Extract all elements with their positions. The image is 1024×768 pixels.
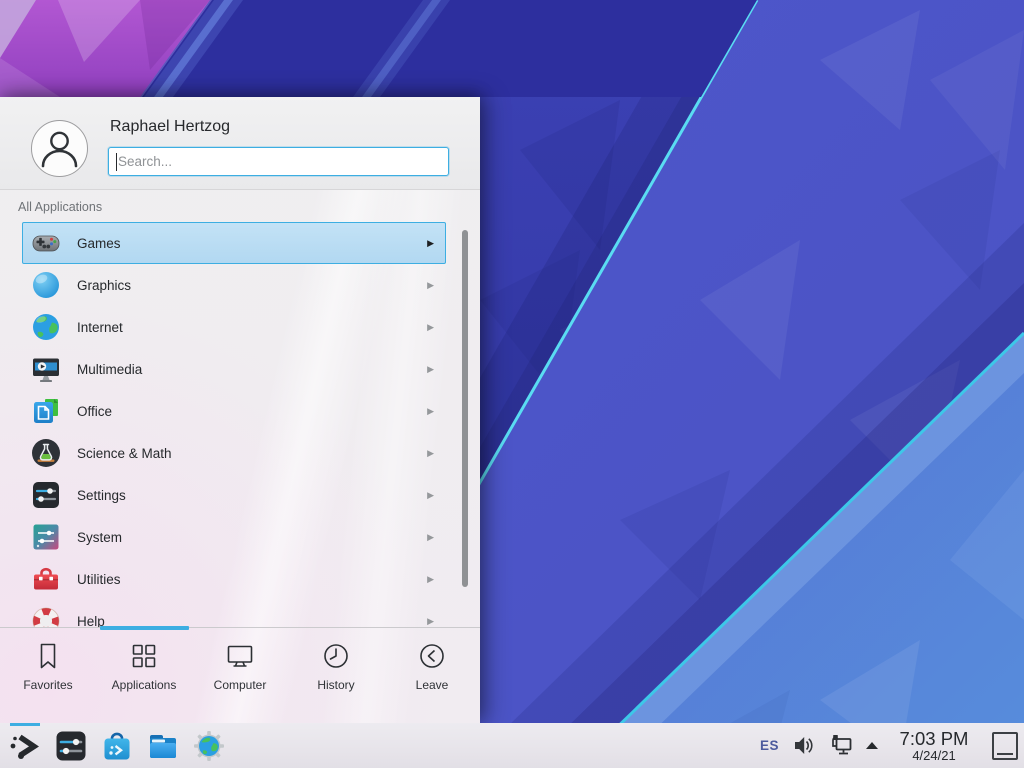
taskbar-launcher-button[interactable] [5, 723, 45, 768]
taskbar-system-settings-button[interactable] [51, 723, 91, 768]
network-icon[interactable] [828, 734, 853, 758]
user-name: Raphael Hertzog [110, 118, 230, 136]
globe-icon [30, 311, 62, 343]
clock-date: 4/24/21 [891, 749, 977, 763]
text-caret [116, 153, 117, 171]
dolphin-folder-icon [146, 729, 180, 763]
up-arrow-icon[interactable] [866, 742, 878, 749]
system-settings-icon [54, 729, 88, 763]
application-launcher-popup: Raphael Hertzog All Applications [0, 97, 480, 723]
app-grid-icon [129, 641, 159, 671]
leave-icon [417, 641, 447, 671]
search-box[interactable] [108, 147, 449, 176]
tab-leave[interactable]: Leave [384, 628, 480, 723]
submenu-arrow-icon: ▶ [427, 575, 434, 584]
media-monitor-icon [30, 353, 62, 385]
system-sliders-icon [30, 521, 62, 553]
submenu-arrow-icon: ▶ [427, 533, 434, 542]
flask-icon [30, 437, 62, 469]
history-clock-icon [321, 641, 351, 671]
category-row-settings[interactable]: Settings ▶ [22, 474, 446, 516]
submenu-arrow-icon: ▶ [427, 281, 434, 290]
section-label: All Applications [18, 200, 102, 214]
category-label: System [77, 530, 122, 545]
show-desktop-button[interactable] [992, 732, 1018, 760]
person-icon [32, 121, 87, 176]
taskbar-left-group [0, 723, 229, 768]
tab-favorites[interactable]: Favorites [0, 628, 96, 723]
tab-history[interactable]: History [288, 628, 384, 723]
document-icon [30, 395, 62, 427]
sliders-icon [30, 479, 62, 511]
category-label: Graphics [77, 278, 131, 293]
tab-label: History [317, 678, 354, 692]
tab-applications[interactable]: Applications [96, 628, 192, 723]
category-label: Office [77, 404, 112, 419]
category-row-multimedia[interactable]: Multimedia ▶ [22, 348, 446, 390]
keyboard-layout-indicator[interactable]: ES [760, 738, 779, 753]
category-label: Settings [77, 488, 126, 503]
launcher-active-indicator [10, 723, 40, 726]
kde-kickoff-icon [8, 729, 42, 763]
tab-computer[interactable]: Computer [192, 628, 288, 723]
discover-bag-icon [100, 729, 134, 763]
lifebuoy-icon [30, 605, 62, 627]
category-row-system[interactable]: System ▶ [22, 516, 446, 558]
user-avatar[interactable] [31, 120, 88, 177]
clock-time: 7:03 PM [891, 729, 977, 749]
speaker-icon[interactable] [792, 734, 815, 757]
taskbar-dolphin-button[interactable] [143, 723, 183, 768]
submenu-arrow-icon: ▶ [427, 365, 434, 374]
submenu-arrow-icon: ▶ [427, 239, 434, 248]
taskbar: ES 7:03 PM 4/24/21 [0, 723, 1024, 768]
web-globe-gear-icon [192, 729, 226, 763]
submenu-arrow-icon: ▶ [427, 449, 434, 458]
category-label: Multimedia [77, 362, 142, 377]
toolbox-icon [30, 563, 62, 595]
category-row-office[interactable]: Office ▶ [22, 390, 446, 432]
category-row-help[interactable]: Help ▶ [22, 600, 446, 627]
bookmark-icon [33, 641, 63, 671]
gamepad-icon [30, 227, 62, 259]
digital-clock[interactable]: 7:03 PM 4/24/21 [891, 729, 977, 763]
list-scrollbar[interactable] [462, 230, 468, 587]
active-tab-indicator [100, 626, 189, 630]
tab-label: Applications [112, 678, 177, 692]
category-row-science[interactable]: Science & Math ▶ [22, 432, 446, 474]
desktop: Raphael Hertzog All Applications [0, 0, 1024, 768]
submenu-arrow-icon: ▶ [427, 491, 434, 500]
system-tray: ES 7:03 PM 4/24/21 [760, 729, 1024, 763]
category-label: Utilities [77, 572, 121, 587]
category-row-internet[interactable]: Internet ▶ [22, 306, 446, 348]
submenu-arrow-icon: ▶ [427, 617, 434, 626]
launcher-header: Raphael Hertzog [0, 97, 480, 190]
computer-icon [225, 641, 255, 671]
search-input[interactable] [109, 148, 448, 175]
category-row-graphics[interactable]: Graphics ▶ [22, 264, 446, 306]
launcher-tab-bar: Favorites Applications Computer [0, 627, 480, 723]
taskbar-browser-button[interactable] [189, 723, 229, 768]
submenu-arrow-icon: ▶ [427, 323, 434, 332]
tab-label: Computer [214, 678, 267, 692]
paint-sphere-icon [30, 269, 62, 301]
category-row-games[interactable]: Games ▶ [22, 222, 446, 264]
category-list: Games ▶ Graphics ▶ [22, 222, 446, 627]
category-label: Games [77, 236, 121, 251]
category-label: Science & Math [77, 446, 172, 461]
tab-label: Favorites [23, 678, 72, 692]
submenu-arrow-icon: ▶ [427, 407, 434, 416]
category-label: Internet [77, 320, 123, 335]
category-row-utilities[interactable]: Utilities ▶ [22, 558, 446, 600]
category-label: Help [77, 614, 105, 628]
taskbar-discover-button[interactable] [97, 723, 137, 768]
tab-label: Leave [416, 678, 449, 692]
